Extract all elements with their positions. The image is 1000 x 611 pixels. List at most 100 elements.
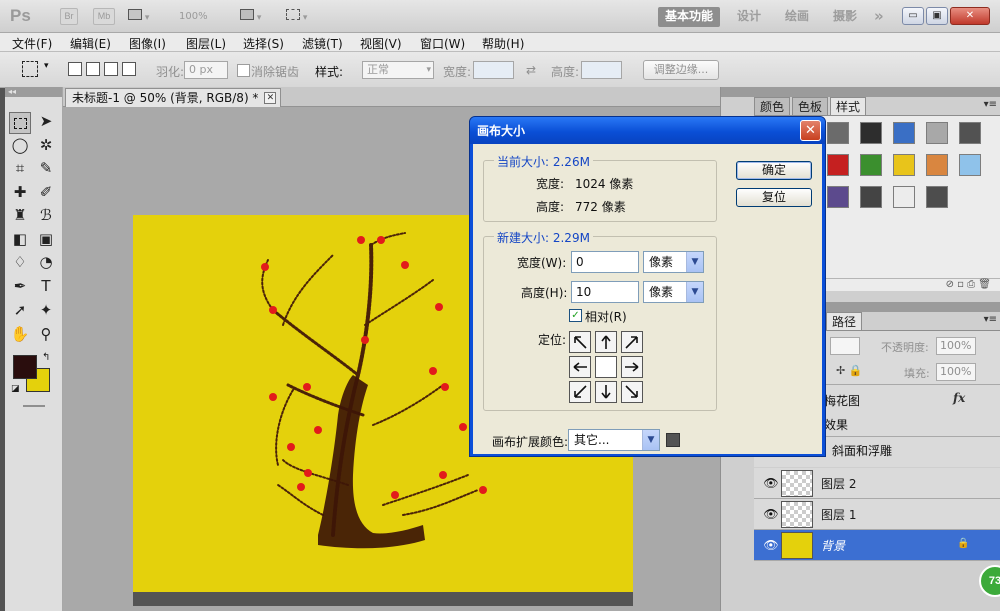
- swap-icon[interactable]: ⇄: [526, 63, 536, 77]
- height-unit-select[interactable]: 像素 ▼: [643, 281, 704, 303]
- gradient-tool[interactable]: ▣: [35, 230, 57, 252]
- feather-input[interactable]: 0 px: [184, 61, 228, 79]
- layer-row-background[interactable]: 👁 背景 🔒: [754, 530, 1000, 561]
- tab-color[interactable]: 颜色: [754, 97, 791, 115]
- custom-shape-tool[interactable]: ✦: [35, 301, 57, 323]
- style-swatch[interactable]: [893, 154, 915, 176]
- style-swatch[interactable]: [893, 186, 915, 208]
- menu-help[interactable]: 帮助(H): [482, 35, 524, 52]
- anchor-bottom-left[interactable]: [569, 381, 591, 403]
- clone-stamp-tool[interactable]: ♜: [9, 206, 31, 228]
- anchor-bottom[interactable]: [595, 381, 617, 403]
- anchor-top[interactable]: [595, 331, 617, 353]
- minimize-button[interactable]: ▭: [902, 7, 924, 25]
- blend-mode-select[interactable]: [830, 337, 860, 355]
- style-swatch[interactable]: [860, 186, 882, 208]
- style-swatch[interactable]: [893, 122, 915, 144]
- menu-image[interactable]: 图像(I): [129, 35, 166, 52]
- more-workspaces-icon[interactable]: »: [874, 7, 884, 27]
- dodge-tool[interactable]: ◔: [35, 253, 57, 275]
- refine-edge-button[interactable]: 调整边缘...: [643, 60, 719, 80]
- close-icon[interactable]: ✕: [264, 92, 277, 104]
- style-swatch[interactable]: [959, 122, 981, 144]
- type-tool[interactable]: T: [35, 277, 57, 299]
- hand-tool[interactable]: ✋: [9, 325, 31, 347]
- style-swatch[interactable]: [860, 154, 882, 176]
- quick-mask-toggle[interactable]: [23, 405, 45, 407]
- marquee-preset-icon[interactable]: [22, 61, 38, 77]
- style-swatch[interactable]: [926, 186, 948, 208]
- bridge-button[interactable]: Br: [60, 8, 78, 25]
- lock-icons[interactable]: ✢ 🔒: [836, 364, 862, 377]
- anchor-left[interactable]: [569, 356, 591, 378]
- pen-tool[interactable]: ✒: [9, 277, 31, 299]
- anchor-top-right[interactable]: [621, 331, 643, 353]
- view-extras-dropdown[interactable]: ▾: [128, 9, 149, 24]
- rect-marquee-tool[interactable]: [9, 112, 31, 134]
- add-selection-icon[interactable]: [86, 62, 100, 76]
- restore-button[interactable]: ▣: [926, 7, 948, 25]
- style-swatch[interactable]: [926, 122, 948, 144]
- intersect-selection-icon[interactable]: [122, 62, 136, 76]
- eye-icon[interactable]: 👁: [762, 538, 780, 552]
- anchor-center[interactable]: [595, 356, 617, 378]
- new-selection-icon[interactable]: [68, 62, 82, 76]
- eye-icon[interactable]: 👁: [762, 507, 780, 521]
- close-icon[interactable]: ✕: [800, 120, 821, 141]
- style-swatch[interactable]: [827, 122, 849, 144]
- close-window-button[interactable]: ✕: [950, 7, 990, 25]
- tab-paths[interactable]: 路径: [826, 312, 863, 330]
- toolbox-grip[interactable]: ◂◂: [5, 87, 62, 97]
- layer-row-layer2[interactable]: 👁 图层 2: [754, 468, 1000, 499]
- eyedropper-tool[interactable]: ✎: [35, 159, 57, 181]
- relative-checkbox[interactable]: ✓: [569, 309, 582, 322]
- blur-tool[interactable]: ♢: [9, 253, 31, 275]
- lasso-tool[interactable]: ◯: [9, 136, 31, 158]
- menu-edit[interactable]: 编辑(E): [70, 35, 111, 52]
- default-colors-icon[interactable]: ◪: [11, 384, 20, 394]
- tab-swatches[interactable]: 色板: [792, 97, 829, 115]
- workspace-photography[interactable]: 摄影: [833, 7, 857, 27]
- style-swatch[interactable]: [860, 122, 882, 144]
- crop-tool[interactable]: ⌗: [9, 159, 31, 181]
- path-select-tool[interactable]: ➚: [9, 301, 31, 323]
- eraser-tool[interactable]: ◧: [9, 230, 31, 252]
- panel-menu-icon[interactable]: ▾≡: [984, 99, 997, 110]
- dialog-titlebar[interactable]: 画布大小 ✕: [470, 117, 825, 144]
- anchor-right[interactable]: [621, 356, 643, 378]
- style-swatch[interactable]: [827, 186, 849, 208]
- style-swatch[interactable]: [926, 154, 948, 176]
- extension-color-swatch[interactable]: [666, 433, 680, 447]
- reset-button[interactable]: 复位: [736, 188, 812, 207]
- menu-view[interactable]: 视图(V): [360, 35, 402, 52]
- width-input[interactable]: [473, 61, 514, 79]
- workspace-painting[interactable]: 绘画: [785, 7, 809, 27]
- document-tab[interactable]: 未标题-1 @ 50% (背景, RGB/8) * ✕: [65, 88, 282, 107]
- width-input[interactable]: 0: [571, 251, 639, 273]
- magic-wand-tool[interactable]: ✲: [35, 136, 57, 158]
- swap-colors-icon[interactable]: ↰: [42, 352, 50, 363]
- eye-icon[interactable]: 👁: [762, 476, 780, 490]
- width-unit-select[interactable]: 像素 ▼: [643, 251, 704, 273]
- minibridge-button[interactable]: Mb: [93, 8, 115, 25]
- arrange-documents-dropdown[interactable]: ▾: [240, 9, 261, 24]
- zoom-level[interactable]: 100%: [179, 11, 208, 26]
- screen-mode-dropdown[interactable]: ▾: [286, 9, 307, 24]
- height-input[interactable]: 10: [571, 281, 639, 303]
- tab-styles[interactable]: 样式: [830, 97, 867, 115]
- menu-file[interactable]: 文件(F): [12, 35, 52, 52]
- menu-window[interactable]: 窗口(W): [420, 35, 465, 52]
- style-select[interactable]: 正常 ▾: [362, 61, 434, 79]
- opacity-input[interactable]: 100%: [936, 337, 976, 355]
- ok-button[interactable]: 确定: [736, 161, 812, 180]
- menu-filter[interactable]: 滤镜(T): [302, 35, 343, 52]
- panel-grip[interactable]: [721, 87, 1000, 97]
- subtract-selection-icon[interactable]: [104, 62, 118, 76]
- chevron-down-icon[interactable]: ▾: [44, 61, 49, 71]
- menu-layer[interactable]: 图层(L): [186, 35, 226, 52]
- zoom-tool[interactable]: ⚲: [35, 325, 57, 347]
- healing-brush-tool[interactable]: ✚: [9, 183, 31, 205]
- workspace-design[interactable]: 设计: [737, 7, 761, 27]
- style-swatch[interactable]: [827, 154, 849, 176]
- style-swatch[interactable]: [959, 154, 981, 176]
